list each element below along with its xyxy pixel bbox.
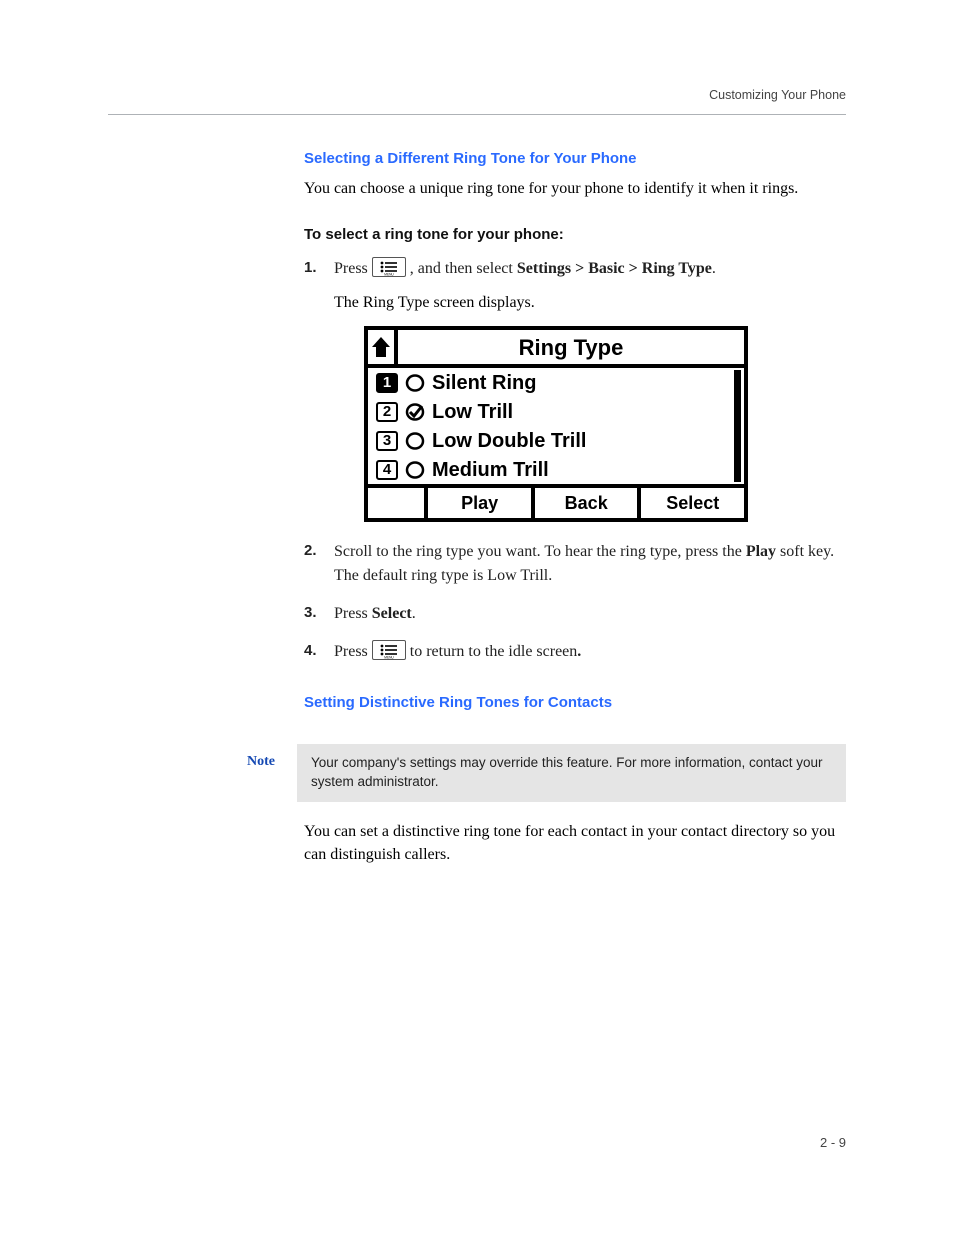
step-text: Press [334,260,372,277]
lcd-softkeys: Play Back Select [368,484,744,518]
step-number: 3. [304,602,317,625]
lcd-item-3: 3 Low Double Trill [368,426,744,455]
radio-unchecked-icon [404,373,426,393]
after-note: You can set a distinctive ring tone for … [304,820,846,884]
lcd-title: Ring Type [398,331,744,364]
lcd-item-label: Low Double Trill [432,426,586,456]
lcd-sk-blank [368,488,428,518]
menu-key-icon: MENU [372,640,406,660]
section2-body: You can set a distinctive ring tone for … [304,820,846,866]
svg-text:MENU: MENU [384,273,394,277]
step-text: Scroll to the ring type you want. To hea… [334,543,746,560]
lcd-item-label: Low Trill [432,397,513,427]
phone-lcd: Ring Type 1 Silent Ring 2 [364,326,748,522]
lcd-sk-select: Select [641,488,744,518]
step-2: 2. Scroll to the ring type you want. To … [304,540,846,588]
phone-lcd-figure: Ring Type 1 Silent Ring 2 [364,326,748,522]
menu-path: Settings > Basic > Ring Type [517,260,712,277]
radio-unchecked-icon [404,431,426,451]
step-number: 4. [304,640,317,663]
step-number: 2. [304,540,317,563]
step-text-cont: to return to the idle screen [410,643,578,660]
step-text: Press [334,643,372,660]
steps-list: 1. Press MENU , and then select Settings… [304,257,846,664]
svg-text:MENU: MENU [384,656,394,660]
step-number: 1. [304,257,317,280]
step-text-end: . [577,643,581,660]
step-text: Press [334,605,372,622]
radio-checked-icon [404,402,426,422]
lcd-item-number: 2 [376,402,398,422]
step-4: 4. Press MENU to return to the idle scre… [304,640,846,664]
note-label: Note [225,744,297,770]
step-text-cont: , and then select [410,260,517,277]
lcd-item-label: Silent Ring [432,368,536,398]
note-box: Your company's settings may override thi… [297,744,846,802]
lcd-item-number: 1 [376,373,398,393]
intro-paragraph: You can choose a unique ring tone for yo… [304,177,846,200]
procedure-heading: To select a ring tone for your phone: [304,226,846,243]
lcd-item-label: Medium Trill [432,455,549,485]
lcd-item-4: 4 Medium Trill [368,455,744,484]
lcd-item-number: 4 [376,460,398,480]
section-heading-distinctive: Setting Distinctive Ring Tones for Conta… [304,694,846,711]
step-1: 1. Press MENU , and then select Settings… [304,257,846,522]
note-row: Note Your company's settings may overrid… [225,744,846,802]
step-text-end: . [412,605,416,622]
content-column: Selecting a Different Ring Tone for Your… [304,150,846,721]
lcd-item-2: 2 Low Trill [368,397,744,426]
lcd-sk-play: Play [428,488,535,518]
lcd-item-1: 1 Silent Ring [368,368,744,397]
step-followup: The Ring Type screen displays. [334,291,846,314]
softkey-name: Select [372,605,412,622]
page-number: 2 - 9 [820,1135,846,1150]
lcd-title-row: Ring Type [368,330,744,368]
lcd-scrollbar [734,368,744,484]
page: Customizing Your Phone Selecting a Diffe… [0,0,954,1235]
step-3: 3. Press Select. [304,602,846,626]
home-icon [368,330,398,364]
lcd-sk-back: Back [535,488,642,518]
lcd-list: 1 Silent Ring 2 [368,368,744,484]
section-heading-ringtone: Selecting a Different Ring Tone for Your… [304,150,846,167]
step-text-end: . [712,260,716,277]
radio-unchecked-icon [404,460,426,480]
softkey-name: Play [746,543,776,560]
running-head: Customizing Your Phone [709,88,846,102]
header-rule [108,114,846,115]
lcd-item-number: 3 [376,431,398,451]
menu-key-icon: MENU [372,257,406,277]
